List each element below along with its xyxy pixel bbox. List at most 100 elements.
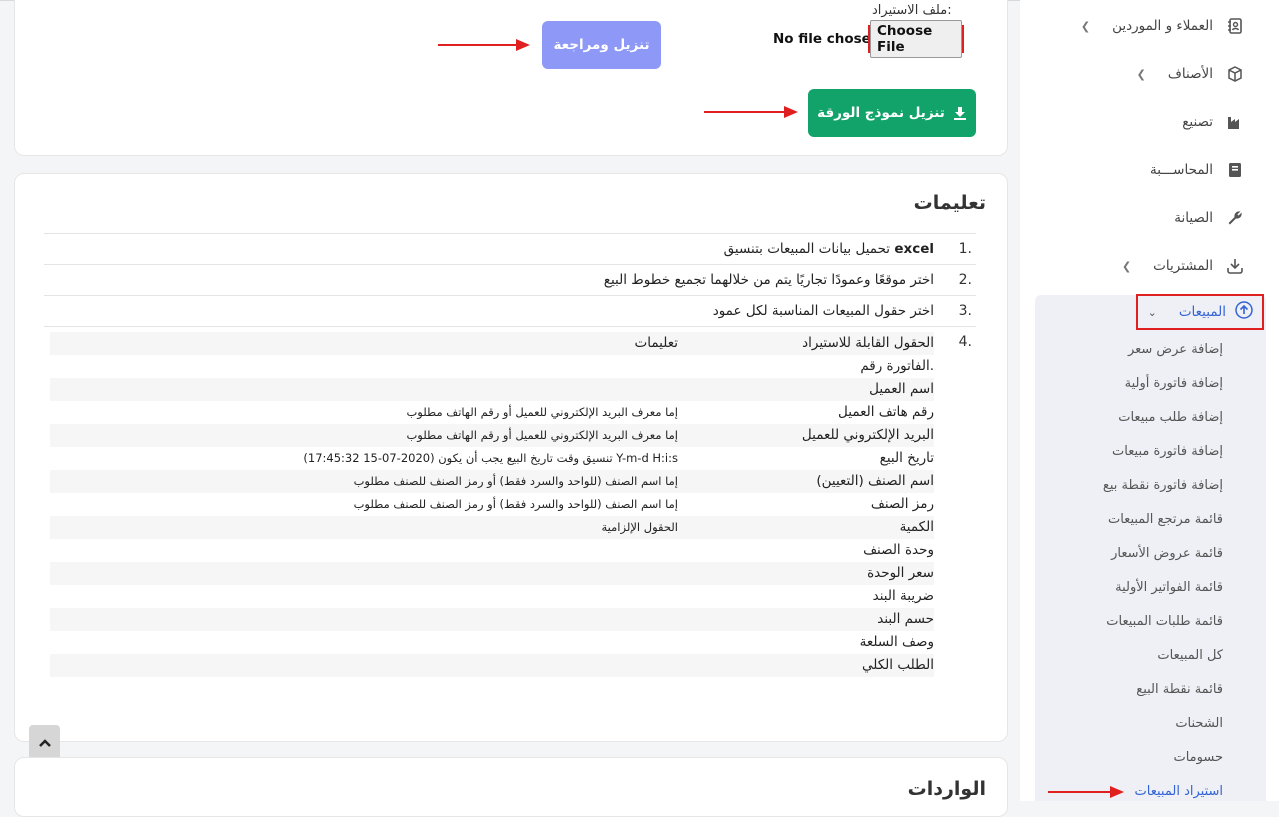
field-note: إما اسم الصنف (للواحد والسرد فقط) أو رمز… <box>353 497 678 511</box>
table-row: الطلب الكلي <box>50 654 934 677</box>
submenu-item-shipments[interactable]: الشحنات <box>1175 716 1223 731</box>
submenu-item-add-pos-invoice[interactable]: إضافة فاتورة نقطة بيع <box>1103 478 1223 493</box>
field-name: اسم العميل <box>869 381 934 397</box>
field-note: الحقول الإلزامية <box>601 520 679 534</box>
template-button-label: تنزيل نموذج الورقة <box>817 105 945 121</box>
table-row: وحدة الصنف <box>50 539 934 562</box>
choose-file-highlight: Choose File <box>868 20 964 58</box>
scroll-to-top-button[interactable] <box>29 725 60 760</box>
table-row: البريد الإلكتروني للعميل إما معرف البريد … <box>50 424 934 447</box>
instruction-step: 3. اختر حقول المبيعات المناسبة لكل عمود <box>44 295 976 327</box>
sidebar-item-manufacturing[interactable]: تصنيع <box>1182 109 1245 135</box>
table-header-row: الحقول القابلة للاستيراد تعليمات <box>50 332 934 355</box>
submenu-item-add-quote[interactable]: إضافة عرض سعر <box>1128 342 1223 357</box>
chevron-down-icon: ⌄ <box>1147 305 1157 319</box>
download-icon <box>1225 256 1245 276</box>
sidebar-item-accounting[interactable]: المحاســـبة <box>1150 157 1245 183</box>
submenu-item-import-sales[interactable]: استيراد المبيعات <box>1135 784 1223 799</box>
table-row: اسم العميل <box>50 378 934 401</box>
download-icon <box>953 107 966 120</box>
wrench-icon <box>1225 208 1245 228</box>
sidebar-item-maintenance[interactable]: الصيانة <box>1174 205 1245 231</box>
field-name: الفاتورة رقم. <box>860 358 934 374</box>
chevron-left-icon: ❮ <box>1136 67 1146 81</box>
field-note: إما معرف البريد الإلكتروني للعميل أو رقم… <box>406 405 678 419</box>
ledger-book-icon <box>1225 160 1245 180</box>
download-template-button[interactable]: تنزيل نموذج الورقة <box>808 89 976 137</box>
field-name: البريد الإلكتروني للعميل <box>801 427 934 443</box>
step-text: تحميل بيانات المبيعات بتنسيق excel <box>723 241 934 257</box>
table-row: رمز الصنف إما اسم الصنف (للواحد والسرد فق… <box>50 493 934 516</box>
submenu-item-add-sales-order[interactable]: إضافة طلب مبيعات <box>1118 410 1223 425</box>
field-note: إما اسم الصنف (للواحد والسرد فقط) أو رمز… <box>353 474 678 488</box>
imports-card <box>14 757 1008 817</box>
field-name: الطلب الكلي <box>862 657 934 673</box>
header-notes: تعليمات <box>634 335 678 351</box>
table-row: الفاتورة رقم. <box>50 355 934 378</box>
sidebar-item-items[interactable]: الأصناف ❮ <box>1137 61 1245 87</box>
box-icon <box>1225 64 1245 84</box>
step-number: 2. <box>958 272 972 288</box>
field-name: رقم هاتف العميل <box>838 404 934 420</box>
sidebar-item-label: المشتريات <box>1153 258 1213 274</box>
sidebar-item-customers[interactable]: العملاء و الموردين ❮ <box>1081 13 1245 39</box>
field-name: وصف السلعة <box>859 634 934 650</box>
sidebar-item-label: المبيعات <box>1178 304 1226 320</box>
step-text: اختر حقول المبيعات المناسبة لكل عمود <box>712 303 934 319</box>
submenu-item-proforma-list[interactable]: قائمة الفواتير الأولية <box>1115 580 1223 595</box>
annotation-arrow-import-sales <box>1048 786 1124 798</box>
annotation-arrow-review <box>438 39 530 51</box>
sidebar-item-label: المحاســـبة <box>1150 162 1213 178</box>
submenu-item-discounts[interactable]: حسومات <box>1173 750 1223 765</box>
chevron-left-icon: ❮ <box>1121 259 1132 273</box>
field-name: حسم البند <box>877 611 934 627</box>
submenu-item-all-sales[interactable]: كل المبيعات <box>1157 648 1223 663</box>
chevron-up-icon <box>38 738 51 747</box>
instructions-title: تعليمات <box>913 192 986 214</box>
submenu-item-sales-returns[interactable]: قائمة مرتجع المبيعات <box>1108 512 1223 527</box>
annotation-arrow-template <box>704 106 798 118</box>
sidebar-item-sales[interactable]: ⌄ المبيعات <box>1136 294 1264 330</box>
imports-title: الواردات <box>907 778 986 800</box>
factory-icon <box>1225 112 1245 132</box>
sidebar-item-label: الصيانة <box>1174 210 1213 226</box>
chevron-left-icon: ❮ <box>1080 19 1091 33</box>
import-file-label: ملف الاستيراد: <box>872 3 952 18</box>
field-name: ضريبة البند <box>872 588 934 604</box>
field-name: اسم الصنف (التعيين) <box>816 473 934 489</box>
step-format-bold: excel <box>894 241 934 257</box>
choose-file-button[interactable]: Choose File <box>870 20 962 58</box>
upload-icon <box>1234 300 1254 324</box>
sidebar-item-label: تصنيع <box>1182 114 1213 130</box>
submenu-item-add-proforma[interactable]: إضافة فاتورة أولية <box>1125 376 1223 391</box>
importable-fields-table: الحقول القابلة للاستيراد تعليمات الفاتور… <box>50 332 934 677</box>
table-row: حسم البند <box>50 608 934 631</box>
table-row: سعر الوحدة <box>50 562 934 585</box>
field-name: وحدة الصنف <box>863 542 934 558</box>
instruction-step: 2. اختر موقعًا وعمودًا تجاريًا يتم من خل… <box>44 264 976 296</box>
field-note: تنسيق وقت تاريخ البيع يجب أن يكون (2020-… <box>303 451 678 465</box>
field-name: الكمية <box>899 519 934 535</box>
submenu-item-quotes-list[interactable]: قائمة عروض الأسعار <box>1111 546 1223 561</box>
submenu-item-pos-list[interactable]: قائمة نقطة البيع <box>1136 682 1223 697</box>
step-text: اختر موقعًا وعمودًا تجاريًا يتم من خلاله… <box>603 272 934 288</box>
table-row: ضريبة البند <box>50 585 934 608</box>
field-note: إما معرف البريد الإلكتروني للعميل أو رقم… <box>406 428 678 442</box>
table-row: الكمية الحقول الإلزامية <box>50 516 934 539</box>
table-row: تاريخ البيع تنسيق وقت تاريخ البيع يجب أن … <box>50 447 934 470</box>
field-name: رمز الصنف <box>870 496 934 512</box>
sidebar-item-label: العملاء و الموردين <box>1112 18 1213 34</box>
submenu-item-sales-orders-list[interactable]: قائمة طلبات المبيعات <box>1106 614 1223 629</box>
instruction-step: 1. تحميل بيانات المبيعات بتنسيق excel <box>44 233 976 265</box>
contacts-book-icon <box>1225 16 1245 36</box>
header-field: الحقول القابلة للاستيراد <box>802 335 934 351</box>
field-name: تاريخ البيع <box>879 450 934 466</box>
sidebar-item-purchases[interactable]: المشتريات ❮ <box>1122 253 1245 279</box>
field-name: سعر الوحدة <box>867 565 934 581</box>
step-number: 1. <box>958 241 972 257</box>
sidebar-item-label: الأصناف <box>1167 66 1213 82</box>
step-number: 4. <box>958 334 972 350</box>
submenu-item-add-sales-invoice[interactable]: إضافة فاتورة مبيعات <box>1112 444 1223 459</box>
no-file-chosen-text: No file chosen <box>773 31 881 47</box>
download-and-review-button[interactable]: تنزيل ومراجعة <box>542 21 661 69</box>
